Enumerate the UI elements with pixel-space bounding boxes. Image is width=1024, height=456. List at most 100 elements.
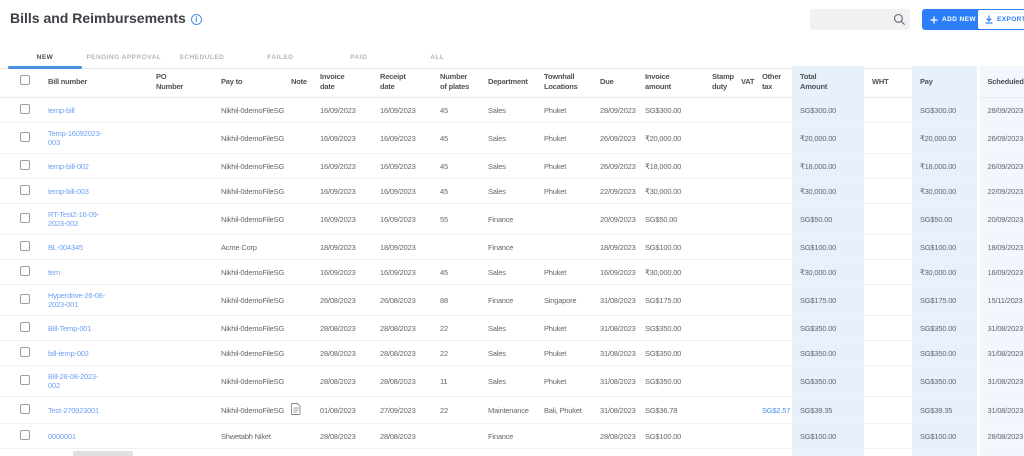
cell-note	[283, 97, 312, 123]
row-checkbox[interactable]	[20, 347, 30, 357]
column-label: Total Amount	[800, 72, 828, 91]
row-checkbox[interactable]	[20, 375, 30, 385]
bill-number-link[interactable]: 0000001	[48, 432, 76, 441]
bill-number-link[interactable]: Bill-28-08-2023-002	[48, 372, 106, 390]
row-checkbox[interactable]	[20, 104, 30, 114]
cell-receipt_date: 16/09/2023	[372, 97, 432, 123]
cell-due: 31/08/2023	[592, 284, 637, 316]
cell-bill_number: Hyperdrive-26-08-2023-001	[40, 284, 148, 316]
select-all-checkbox[interactable]	[20, 75, 30, 86]
cell-other_tax	[754, 234, 792, 260]
cell-po_number	[148, 122, 213, 154]
cell-note	[283, 259, 312, 285]
cell-department: Sales	[480, 122, 536, 154]
other-tax-link[interactable]: SG$2.57	[762, 406, 790, 415]
download-icon	[985, 15, 993, 24]
row-checkbox[interactable]	[20, 132, 30, 142]
bill-number-link[interactable]: BL-004345	[48, 243, 83, 252]
table-row: Bill-Temp-001 Nikhil-0demoFileSG 28/08/202…	[0, 315, 1024, 341]
cell-wht	[864, 315, 912, 341]
cell-other_tax	[754, 284, 792, 316]
cell-invoice_date: 28/08/2023	[312, 423, 372, 449]
cell-invoice_date: 26/08/2023	[312, 448, 372, 456]
column-header-townhall_locations: Townhall Locations	[536, 66, 592, 98]
row-checkbox[interactable]	[20, 185, 30, 195]
bill-number-link[interactable]: tem	[48, 268, 60, 277]
bill-number-link[interactable]: RT-Test2-16-09-2023-002	[48, 210, 106, 228]
cell-invoice_amount: SG$100.00	[637, 234, 704, 260]
cell-pay_to: Acme Corp	[213, 234, 283, 260]
bill-number-link[interactable]: bill-temp-002	[48, 349, 89, 358]
cell-stamp_duty	[704, 365, 733, 397]
cell-invoice_date: 16/09/2023	[312, 122, 372, 154]
cell-scheduled: 31/08/2023	[976, 340, 1024, 366]
bill-number-link[interactable]: Test-270923001	[48, 406, 99, 415]
table-row: temp-bill-003 Nikhil-0demoFileSG 16/09/202…	[0, 178, 1024, 204]
cell-other_tax	[754, 153, 792, 179]
table-row: Test-270923001 Nikhil-0demoFileSG 01/08/20…	[0, 396, 1024, 424]
cell-note	[283, 423, 312, 449]
column-label: PO Number	[156, 72, 184, 91]
cell-wht	[864, 178, 912, 204]
export-label: EXPORT	[997, 16, 1024, 23]
cell-wht	[864, 203, 912, 235]
cell-bill_number: RT-Test2-16-09-2023-002	[40, 203, 148, 235]
cell-pay_to: Nikhil-0demoFileSG	[213, 448, 283, 456]
cell-stamp_duty	[704, 396, 733, 424]
row-checkbox[interactable]	[20, 322, 30, 332]
bill-number-link[interactable]: Hyperdrive-26-08-2023-001	[48, 291, 106, 309]
row-checkbox[interactable]	[20, 213, 30, 223]
table-row: Temp-16092023-003 Nikhil-0demoFileSG 16/09…	[0, 122, 1024, 154]
cell-due: 31/08/2023	[592, 365, 637, 397]
note-icon[interactable]	[291, 403, 301, 415]
bill-number-link[interactable]: temp-bill-002	[48, 162, 89, 171]
table-row: BL-004345 Acme Corp 18/09/2023 18/09/2023 Fi…	[0, 234, 1024, 260]
row-checkbox[interactable]	[20, 294, 30, 304]
export-button[interactable]: EXPORT	[977, 9, 1024, 30]
cell-receipt_date: 28/08/2023	[372, 365, 432, 397]
cell-total_amount: ₹18,000.00	[792, 153, 864, 179]
cell-number_of_plates: 45	[432, 153, 480, 179]
row-checkbox[interactable]	[20, 160, 30, 170]
cell-invoice_date: 16/09/2023	[312, 203, 372, 235]
cell-bill_number: temp-bill-003	[40, 178, 148, 204]
cell-pay_to: Nikhil-0demoFileSG	[213, 315, 284, 341]
cell-department: Finance	[480, 234, 536, 260]
add-new-button[interactable]: ADD NEW	[922, 9, 984, 30]
cell-invoice_amount: SG$100.00	[637, 448, 704, 456]
cell-pay: SG$100.00	[912, 423, 978, 449]
cell-wht	[864, 340, 912, 366]
cell-invoice_amount: SG$100.00	[637, 423, 704, 449]
cell-pay: SG$39.35	[912, 396, 978, 424]
table-row: Bill-28-08-2023-002 Nikhil-0demoFileSG 28/…	[0, 365, 1024, 397]
cell-other_tax	[754, 365, 792, 397]
row-checkbox[interactable]	[20, 241, 30, 251]
cell-scheduled: 28/08/2023	[976, 423, 1024, 449]
bill-number-link[interactable]: temp-bill	[48, 106, 75, 115]
row-checkbox[interactable]	[20, 266, 30, 276]
row-checkbox[interactable]	[20, 430, 30, 440]
row-checkbox[interactable]	[20, 404, 30, 414]
bill-number-link[interactable]: Bill-Temp-001	[48, 324, 91, 333]
info-icon[interactable]: i	[190, 14, 202, 25]
bill-number-link[interactable]: temp-bill-003	[48, 187, 89, 196]
cell-checkbox	[0, 122, 40, 154]
column-header-number_of_plates: Number of plates	[432, 66, 480, 98]
cell-due: 18/09/2023	[592, 234, 637, 260]
cell-townhall_locations	[536, 448, 592, 456]
cell-note	[283, 448, 312, 456]
cell-total_amount: SG$350.00	[792, 365, 864, 397]
column-header-stamp_duty: Stamp duty	[704, 66, 734, 98]
column-header-pay: Pay	[912, 66, 978, 98]
cell-po_number	[148, 234, 213, 260]
cell-receipt_date: 28/08/2023	[372, 340, 432, 366]
page-title: Bills and Reimbursements i	[10, 10, 202, 26]
cell-note	[283, 365, 312, 397]
cell-checkbox	[0, 448, 40, 456]
cell-checkbox	[0, 259, 40, 285]
search-icon[interactable]	[893, 13, 906, 26]
search-box[interactable]	[810, 9, 910, 30]
search-input[interactable]	[814, 9, 894, 30]
pagination-control-partial[interactable]	[73, 451, 133, 456]
bill-number-link[interactable]: Temp-16092023-003	[48, 129, 106, 147]
